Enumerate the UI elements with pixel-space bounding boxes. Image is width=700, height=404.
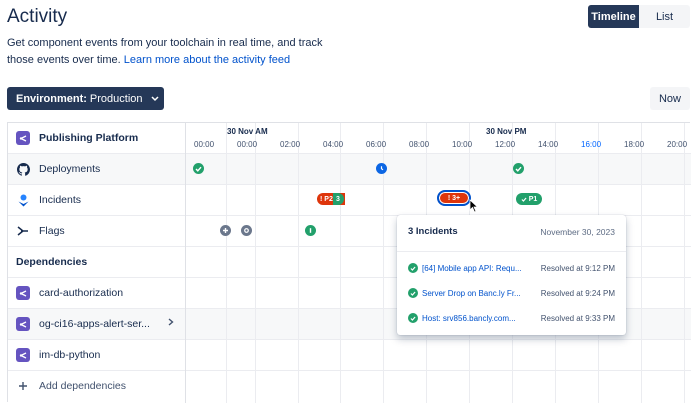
- resolved-check-icon: [408, 263, 418, 273]
- popup-divider: [397, 251, 626, 252]
- page-description: Get component events from your toolchain…: [7, 35, 352, 69]
- deployment-success-icon[interactable]: [513, 163, 524, 174]
- environment-dropdown[interactable]: Environment: Production: [7, 87, 164, 110]
- resolved-time: Resolved at 9:12 PM: [540, 263, 615, 273]
- incidents-popup: 3 Incidents November 30, 2023 [64] Mobil…: [397, 215, 626, 335]
- row-labels-column: [8, 123, 186, 403]
- incident-p1-pill[interactable]: P1: [516, 193, 542, 205]
- page-title: Activity: [7, 6, 68, 27]
- resolved-time: Resolved at 9:33 PM: [540, 313, 615, 323]
- popup-incident-row: [64] Mobile app API: Requ... Resolved at…: [408, 261, 615, 275]
- now-button[interactable]: Now: [650, 87, 690, 110]
- date-label-am: 30 Nov AM: [227, 127, 268, 136]
- deployment-success-icon[interactable]: [193, 163, 204, 174]
- time-tick: 06:00: [366, 140, 387, 149]
- flag-enabled-icon[interactable]: [305, 225, 316, 236]
- timeline-toggle-button[interactable]: Timeline: [588, 5, 639, 28]
- view-toggle: Timeline List: [588, 5, 690, 28]
- incident-link[interactable]: Server Drop on Banc.ly Fr...: [422, 289, 528, 298]
- incident-link[interactable]: [64] Mobile app API: Requ...: [422, 264, 528, 273]
- environment-value: Production: [89, 92, 143, 105]
- time-tick: 02:00: [280, 140, 301, 149]
- chevron-down-icon: [150, 94, 159, 104]
- incident-p1-label: P1: [528, 195, 538, 203]
- flag-add-icon[interactable]: [220, 225, 231, 236]
- incident-cluster-selected[interactable]: ! 3+: [437, 190, 471, 206]
- time-tick: 12:00: [495, 140, 516, 149]
- flag-toggle-icon[interactable]: [241, 225, 252, 236]
- resolved-check-icon: [408, 313, 418, 323]
- date-label-pm: 30 Nov PM: [486, 127, 527, 136]
- resolved-time: Resolved at 9:24 PM: [540, 288, 615, 298]
- time-tick: 04:00: [323, 140, 344, 149]
- time-tick: 00:00: [194, 140, 215, 149]
- time-tick: 00:00: [237, 140, 258, 149]
- resolved-check-icon: [408, 288, 418, 298]
- popup-incident-row: Host: srv856.bancly.com... Resolved at 9…: [408, 311, 615, 325]
- time-tick: 20:00: [667, 140, 688, 149]
- deployment-in-progress-icon[interactable]: [376, 163, 387, 174]
- time-tick: 08:00: [409, 140, 430, 149]
- incident-link[interactable]: Host: srv856.bancly.com...: [422, 314, 528, 323]
- list-toggle-button[interactable]: List: [639, 5, 690, 28]
- popup-title: 3 Incidents: [408, 226, 458, 237]
- popup-date: November 30, 2023: [540, 227, 615, 237]
- time-tick-current: 16:00: [581, 140, 602, 149]
- time-tick: 18:00: [624, 140, 645, 149]
- mouse-cursor-icon: [469, 199, 479, 213]
- learn-more-link[interactable]: Learn more about the activity feed: [124, 54, 290, 66]
- environment-label: Environment:: [16, 92, 87, 105]
- time-tick: 14:00: [538, 140, 559, 149]
- popup-incident-row: Server Drop on Banc.ly Fr... Resolved at…: [408, 286, 615, 300]
- time-tick: 10:00: [452, 140, 473, 149]
